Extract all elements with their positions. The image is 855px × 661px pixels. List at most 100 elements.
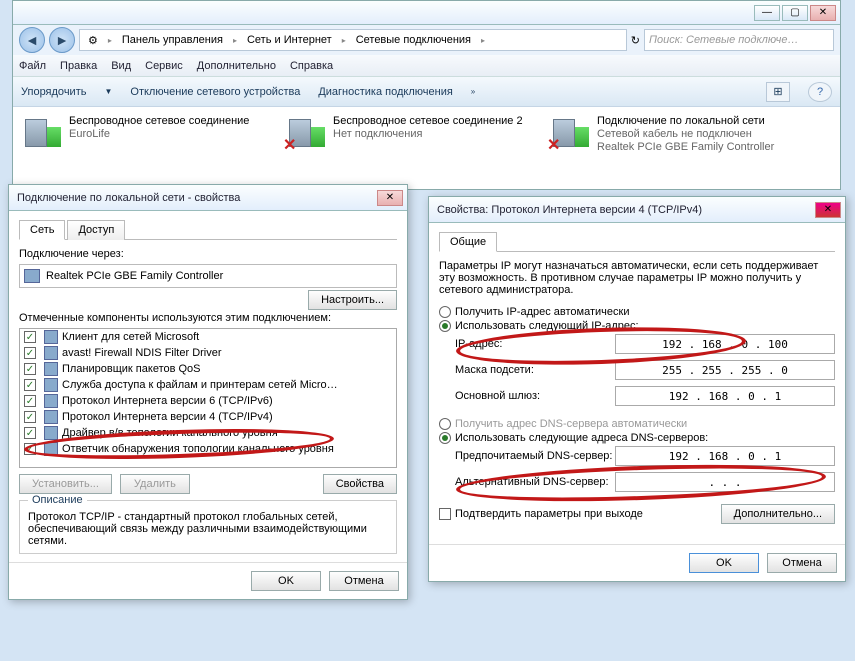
dialog-title: Подключение по локальной сети - свойства bbox=[9, 192, 375, 204]
refresh-button[interactable]: ↻ bbox=[631, 34, 640, 47]
menu-tools[interactable]: Сервис bbox=[145, 60, 183, 72]
properties-button[interactable]: Свойства bbox=[323, 474, 397, 494]
menu-view[interactable]: Вид bbox=[111, 60, 131, 72]
tab-general[interactable]: Общие bbox=[439, 232, 497, 252]
menu-help[interactable]: Справка bbox=[290, 60, 333, 72]
conn-name: Беспроводное сетевое соединение bbox=[69, 115, 249, 127]
address-bar: ◄ ► ⚙ ▸ Панель управления▸ Сеть и Интерн… bbox=[13, 25, 840, 55]
cancel-button[interactable]: Отмена bbox=[329, 571, 399, 591]
search-input[interactable]: Поиск: Сетевые подключе… bbox=[644, 29, 834, 51]
confirm-checkbox[interactable] bbox=[439, 508, 451, 520]
intro-text: Параметры IP могут назначаться автоматич… bbox=[439, 260, 835, 296]
tabs: Сеть Доступ bbox=[19, 219, 397, 240]
mask-input[interactable]: 255 . 255 . 255 . 0 bbox=[615, 360, 835, 380]
menu-edit[interactable]: Правка bbox=[60, 60, 97, 72]
view-button[interactable]: ⊞ bbox=[766, 82, 790, 102]
cmd-organize[interactable]: Упорядочить bbox=[21, 86, 86, 98]
ip-input[interactable]: 192 . 168 . 0 . 100 bbox=[615, 334, 835, 354]
ok-button[interactable]: OK bbox=[251, 571, 321, 591]
dlg-close-button[interactable]: ✕ bbox=[377, 190, 403, 206]
gateway-label: Основной шлюз: bbox=[455, 390, 615, 402]
dialog-title: Свойства: Протокол Интернета версии 4 (T… bbox=[429, 204, 813, 216]
titlebar-main: — ▢ ✕ bbox=[13, 1, 840, 25]
list-item[interactable]: Служба доступа к файлам и принтерам сете… bbox=[62, 379, 338, 391]
crumb-conns[interactable]: Сетевые подключения bbox=[352, 34, 475, 46]
cmd-disable[interactable]: Отключение сетевого устройства bbox=[130, 86, 300, 98]
ctrl-panel-icon: ⚙ bbox=[84, 34, 102, 47]
description-text: Протокол TCP/IP - стандартный протокол г… bbox=[28, 511, 388, 547]
install-button[interactable]: Установить... bbox=[19, 474, 112, 494]
radio-auto-ip[interactable]: Получить IP-адрес автоматически bbox=[439, 306, 835, 318]
conn-lan[interactable]: ✕ Подключение по локальной сети Сетевой … bbox=[551, 115, 791, 154]
breadcrumb[interactable]: ⚙ ▸ Панель управления▸ Сеть и Интернет▸ … bbox=[79, 29, 627, 51]
conn-adapter: EuroLife bbox=[69, 128, 110, 140]
radio-auto-dns: Получить адрес DNS-сервера автоматически bbox=[439, 418, 835, 430]
connections-pane: Беспроводное сетевое соединение EuroLife… bbox=[13, 107, 840, 162]
list-item[interactable]: Драйвер в/в топологии канального уровня bbox=[62, 427, 278, 439]
disabled-x-icon: ✕ bbox=[283, 135, 296, 155]
conn-wifi1[interactable]: Беспроводное сетевое соединение EuroLife bbox=[23, 115, 263, 154]
nic-icon bbox=[23, 115, 63, 151]
components-label: Отмеченные компоненты используются этим … bbox=[19, 312, 397, 324]
list-item[interactable]: Планировщик пакетов QoS bbox=[62, 363, 201, 375]
nic-icon: ✕ bbox=[551, 115, 591, 151]
radio-manual-dns[interactable]: Использовать следующие адреса DNS-сервер… bbox=[439, 432, 835, 444]
configure-button[interactable]: Настроить... bbox=[308, 290, 397, 310]
remove-button[interactable]: Удалить bbox=[120, 474, 190, 494]
network-connections-window: — ▢ ✕ ◄ ► ⚙ ▸ Панель управления▸ Сеть и … bbox=[12, 0, 841, 190]
conn-wifi2[interactable]: ✕ Беспроводное сетевое соединение 2 Нет … bbox=[287, 115, 527, 154]
radio-label: Получить адрес DNS-сервера автоматически bbox=[455, 418, 687, 430]
description-group: Описание Протокол TCP/IP - стандартный п… bbox=[19, 500, 397, 554]
dns2-label: Альтернативный DNS-сервер: bbox=[455, 476, 615, 488]
ip-label: IP-адрес: bbox=[455, 338, 615, 350]
radio-label: Использовать следующий IP-адрес: bbox=[455, 320, 639, 332]
tab-network[interactable]: Сеть bbox=[19, 220, 65, 240]
list-item-ipv4[interactable]: Протокол Интернета версии 4 (TCP/IPv4) bbox=[62, 411, 273, 423]
nic-icon: ✕ bbox=[287, 115, 327, 151]
mask-label: Маска подсети: bbox=[455, 364, 615, 376]
command-bar: Упорядочить▼ Отключение сетевого устройс… bbox=[13, 77, 840, 107]
cmd-diag[interactable]: Диагностика подключения bbox=[318, 86, 452, 98]
back-button[interactable]: ◄ bbox=[19, 27, 45, 53]
close-button[interactable]: ✕ bbox=[810, 5, 836, 21]
radio-label: Получить IP-адрес автоматически bbox=[455, 306, 629, 318]
ok-button[interactable]: OK bbox=[689, 553, 759, 573]
maximize-button[interactable]: ▢ bbox=[782, 5, 808, 21]
dlg-close-button[interactable]: ✕ bbox=[815, 202, 841, 218]
ipv4-properties-dialog: Свойства: Протокол Интернета версии 4 (T… bbox=[428, 196, 846, 582]
disconnected-x-icon: ✕ bbox=[547, 135, 560, 155]
help-icon[interactable]: ? bbox=[808, 82, 832, 102]
menu-adv[interactable]: Дополнительно bbox=[197, 60, 276, 72]
description-heading: Описание bbox=[28, 494, 87, 506]
list-item[interactable]: avast! Firewall NDIS Filter Driver bbox=[62, 347, 222, 359]
conn-adapter: Realtek PCIe GBE Family Controller bbox=[597, 141, 774, 153]
menu-bar: Файл Правка Вид Сервис Дополнительно Спр… bbox=[13, 55, 840, 77]
list-item[interactable]: Клиент для сетей Microsoft bbox=[62, 331, 199, 343]
crumb-net[interactable]: Сеть и Интернет bbox=[243, 34, 336, 46]
radio-label: Использовать следующие адреса DNS-сервер… bbox=[455, 432, 708, 444]
conn-status: Нет подключения bbox=[333, 128, 422, 140]
radio-manual-ip[interactable]: Использовать следующий IP-адрес: bbox=[439, 320, 835, 332]
list-item[interactable]: Ответчик обнаружения топологии канальног… bbox=[62, 443, 334, 455]
conn-via-label: Подключение через: bbox=[19, 248, 397, 260]
crumb-cp[interactable]: Панель управления bbox=[118, 34, 227, 46]
cancel-button[interactable]: Отмена bbox=[767, 553, 837, 573]
conn-name: Беспроводное сетевое соединение 2 bbox=[333, 115, 523, 127]
gateway-input[interactable]: 192 . 168 . 0 . 1 bbox=[615, 386, 835, 406]
minimize-button[interactable]: — bbox=[754, 5, 780, 21]
dns1-label: Предпочитаемый DNS-сервер: bbox=[455, 450, 615, 462]
lan-properties-dialog: Подключение по локальной сети - свойства… bbox=[8, 184, 408, 600]
dns2-input[interactable]: . . . bbox=[615, 472, 835, 492]
menu-file[interactable]: Файл bbox=[19, 60, 46, 72]
tab-sharing[interactable]: Доступ bbox=[67, 220, 125, 240]
advanced-button[interactable]: Дополнительно... bbox=[721, 504, 835, 524]
list-item[interactable]: Протокол Интернета версии 6 (TCP/IPv6) bbox=[62, 395, 273, 407]
forward-button[interactable]: ► bbox=[49, 27, 75, 53]
dns1-input[interactable]: 192 . 168 . 0 . 1 bbox=[615, 446, 835, 466]
conn-name: Подключение по локальной сети bbox=[597, 115, 765, 127]
adapter-box: Realtek PCIe GBE Family Controller bbox=[19, 264, 397, 288]
conn-status: Сетевой кабель не подключен bbox=[597, 128, 752, 140]
confirm-label: Подтвердить параметры при выходе bbox=[455, 508, 643, 520]
adapter-name: Realtek PCIe GBE Family Controller bbox=[46, 270, 223, 282]
components-list[interactable]: Клиент для сетей Microsoft avast! Firewa… bbox=[19, 328, 397, 468]
